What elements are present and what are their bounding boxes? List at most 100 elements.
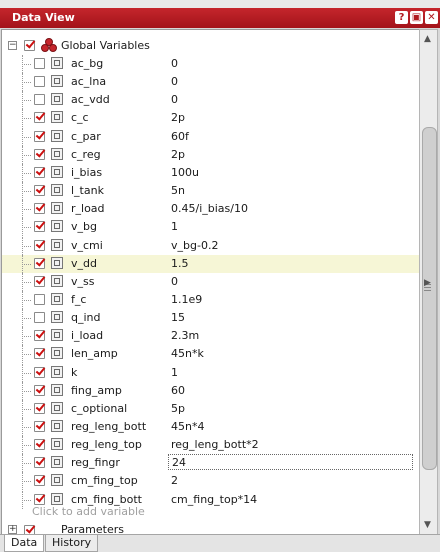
- variable-row-q-ind[interactable]: q_ind 15: [2, 309, 419, 328]
- variable-checkbox[interactable]: [34, 275, 45, 287]
- group-global-variables[interactable]: − Global Variables: [2, 37, 419, 55]
- variable-row-c-optional[interactable]: c_optional 5p: [2, 399, 419, 418]
- variable-row-ac-vdd[interactable]: ac_vdd 0: [2, 91, 419, 110]
- variable-value[interactable]: 45n*k: [171, 347, 204, 360]
- variable-value[interactable]: 1.1e9: [171, 293, 202, 306]
- variable-row-i-bias[interactable]: i_bias 100u: [2, 163, 419, 182]
- expand-icon[interactable]: +: [8, 525, 17, 534]
- variable-name: r_load: [71, 202, 105, 216]
- variable-row-reg-leng-top[interactable]: reg_leng_top reg_leng_bott*2: [2, 436, 419, 455]
- variable-checkbox[interactable]: [34, 366, 45, 378]
- variable-checkbox[interactable]: [34, 58, 45, 69]
- variable-checkbox[interactable]: [34, 293, 45, 305]
- close-button[interactable]: ✕: [425, 11, 438, 24]
- variable-row-c-reg[interactable]: c_reg 2p: [2, 145, 419, 164]
- tab-data[interactable]: Data: [4, 535, 45, 552]
- variable-checkbox[interactable]: [34, 239, 45, 251]
- tree-line: [22, 73, 34, 92]
- variable-value[interactable]: 1: [171, 366, 178, 379]
- variable-value[interactable]: 2p: [171, 111, 185, 124]
- variable-checkbox[interactable]: [34, 457, 45, 469]
- variable-row-v-bg[interactable]: v_bg 1: [2, 218, 419, 237]
- variable-icon: [51, 202, 63, 215]
- scroll-thumb[interactable]: [422, 127, 437, 470]
- variable-row-k[interactable]: k1: [2, 363, 419, 382]
- variable-value[interactable]: 0: [171, 93, 178, 106]
- variable-value[interactable]: 15: [171, 311, 185, 324]
- variable-checkbox[interactable]: [34, 257, 45, 269]
- variable-checkbox[interactable]: [34, 439, 45, 451]
- variable-value[interactable]: 0: [171, 75, 178, 88]
- variable-value[interactable]: 60: [171, 384, 185, 397]
- variable-checkbox[interactable]: [34, 475, 45, 487]
- variable-value[interactable]: 5n: [171, 184, 185, 197]
- scroll-down-icon[interactable]: ▼: [424, 520, 431, 530]
- variable-checkbox[interactable]: [34, 130, 45, 142]
- variable-row-f-c[interactable]: f_c 1.1e9: [2, 290, 419, 309]
- variable-icon: [51, 420, 63, 432]
- tab-history[interactable]: History: [45, 535, 99, 552]
- variable-row-v-ss[interactable]: v_ss 0: [2, 272, 419, 291]
- variable-row-fing-amp[interactable]: fing_amp 60: [2, 381, 419, 400]
- variable-row-ac-bg[interactable]: ac_bg 0: [2, 55, 419, 73]
- tree-line: [22, 399, 34, 418]
- float-button[interactable]: ▣: [410, 11, 423, 24]
- variable-row-v-cmi[interactable]: v_cmi v_bg-0.2: [2, 236, 419, 255]
- variable-checkbox[interactable]: [34, 166, 45, 178]
- variable-value[interactable]: reg_leng_bott*2: [171, 438, 259, 451]
- variable-checkbox[interactable]: [34, 203, 45, 215]
- variable-checkbox[interactable]: [34, 330, 45, 342]
- variable-value[interactable]: 1: [171, 220, 178, 233]
- variable-value[interactable]: cm_fing_top*14: [171, 493, 257, 506]
- group-checkbox[interactable]: [24, 40, 35, 51]
- variable-checkbox[interactable]: [34, 148, 45, 160]
- variable-checkbox[interactable]: [34, 221, 45, 233]
- variable-row-c-par[interactable]: c_par 60f: [2, 127, 419, 146]
- variable-checkbox[interactable]: [34, 312, 45, 324]
- variable-value[interactable]: 100u: [171, 166, 199, 179]
- variable-value[interactable]: 2.3m: [171, 329, 199, 342]
- scroll-up-icon[interactable]: ▲: [424, 34, 431, 44]
- variable-name: ac_vdd: [71, 93, 110, 107]
- variable-value[interactable]: 1.5: [171, 257, 189, 270]
- variable-name: cm_fing_bott: [71, 492, 142, 506]
- tree-line: [22, 327, 34, 346]
- variable-row-len-amp[interactable]: len_amp 45n*k: [2, 345, 419, 364]
- collapse-icon[interactable]: −: [8, 41, 17, 50]
- help-button[interactable]: ?: [395, 11, 408, 24]
- variable-row-reg-leng-bott[interactable]: reg_leng_bott 45n*4: [2, 418, 419, 436]
- variable-checkbox[interactable]: [34, 493, 45, 505]
- variable-checkbox[interactable]: [34, 76, 45, 88]
- variable-name: c_par: [71, 129, 101, 143]
- variable-row-v-dd[interactable]: v_dd 1.5: [2, 254, 419, 273]
- vertical-scrollbar[interactable]: ▲ ▶ ▼: [419, 29, 438, 535]
- variable-value[interactable]: v_bg-0.2: [171, 239, 218, 252]
- variable-value-editor[interactable]: 24: [168, 454, 413, 471]
- variable-checkbox[interactable]: [34, 384, 45, 396]
- variable-checkbox[interactable]: [34, 94, 45, 106]
- variable-checkbox[interactable]: [34, 112, 45, 124]
- variable-row-i-load[interactable]: i_load 2.3m: [2, 327, 419, 346]
- variable-value[interactable]: 2: [171, 474, 178, 487]
- variable-value[interactable]: 0: [171, 57, 178, 70]
- variable-row-c-c[interactable]: c_c 2p: [2, 109, 419, 128]
- variable-value[interactable]: 5p: [171, 402, 185, 415]
- tree-line: [22, 236, 34, 255]
- variable-row-cm-fing-top[interactable]: cm_fing_top 2: [2, 472, 419, 491]
- variable-value[interactable]: 0: [171, 275, 178, 288]
- variable-value[interactable]: 0.45/i_bias/10: [171, 202, 248, 215]
- variable-checkbox[interactable]: [34, 185, 45, 197]
- variable-icon: [51, 438, 63, 451]
- variable-checkbox[interactable]: [34, 421, 45, 432]
- variable-row-reg-fingr[interactable]: reg_fingr 24: [2, 454, 419, 473]
- variable-row-ac-lna[interactable]: ac_lna 0: [2, 73, 419, 92]
- variable-checkbox[interactable]: [34, 402, 45, 414]
- variable-value[interactable]: 60f: [171, 130, 189, 143]
- add-variable-hint[interactable]: Click to add variable: [32, 505, 145, 518]
- variable-value[interactable]: 45n*4: [171, 420, 204, 433]
- variable-row-r-load[interactable]: r_load 0.45/i_bias/10: [2, 200, 419, 219]
- variables-tree[interactable]: − Global Variables ac_bg 0 ac_lna 0 ac_vdd 0 c…: [1, 29, 420, 536]
- variable-value[interactable]: 2p: [171, 148, 185, 161]
- variable-row-l-tank[interactable]: l_tank 5n: [2, 182, 419, 201]
- variable-checkbox[interactable]: [34, 348, 45, 360]
